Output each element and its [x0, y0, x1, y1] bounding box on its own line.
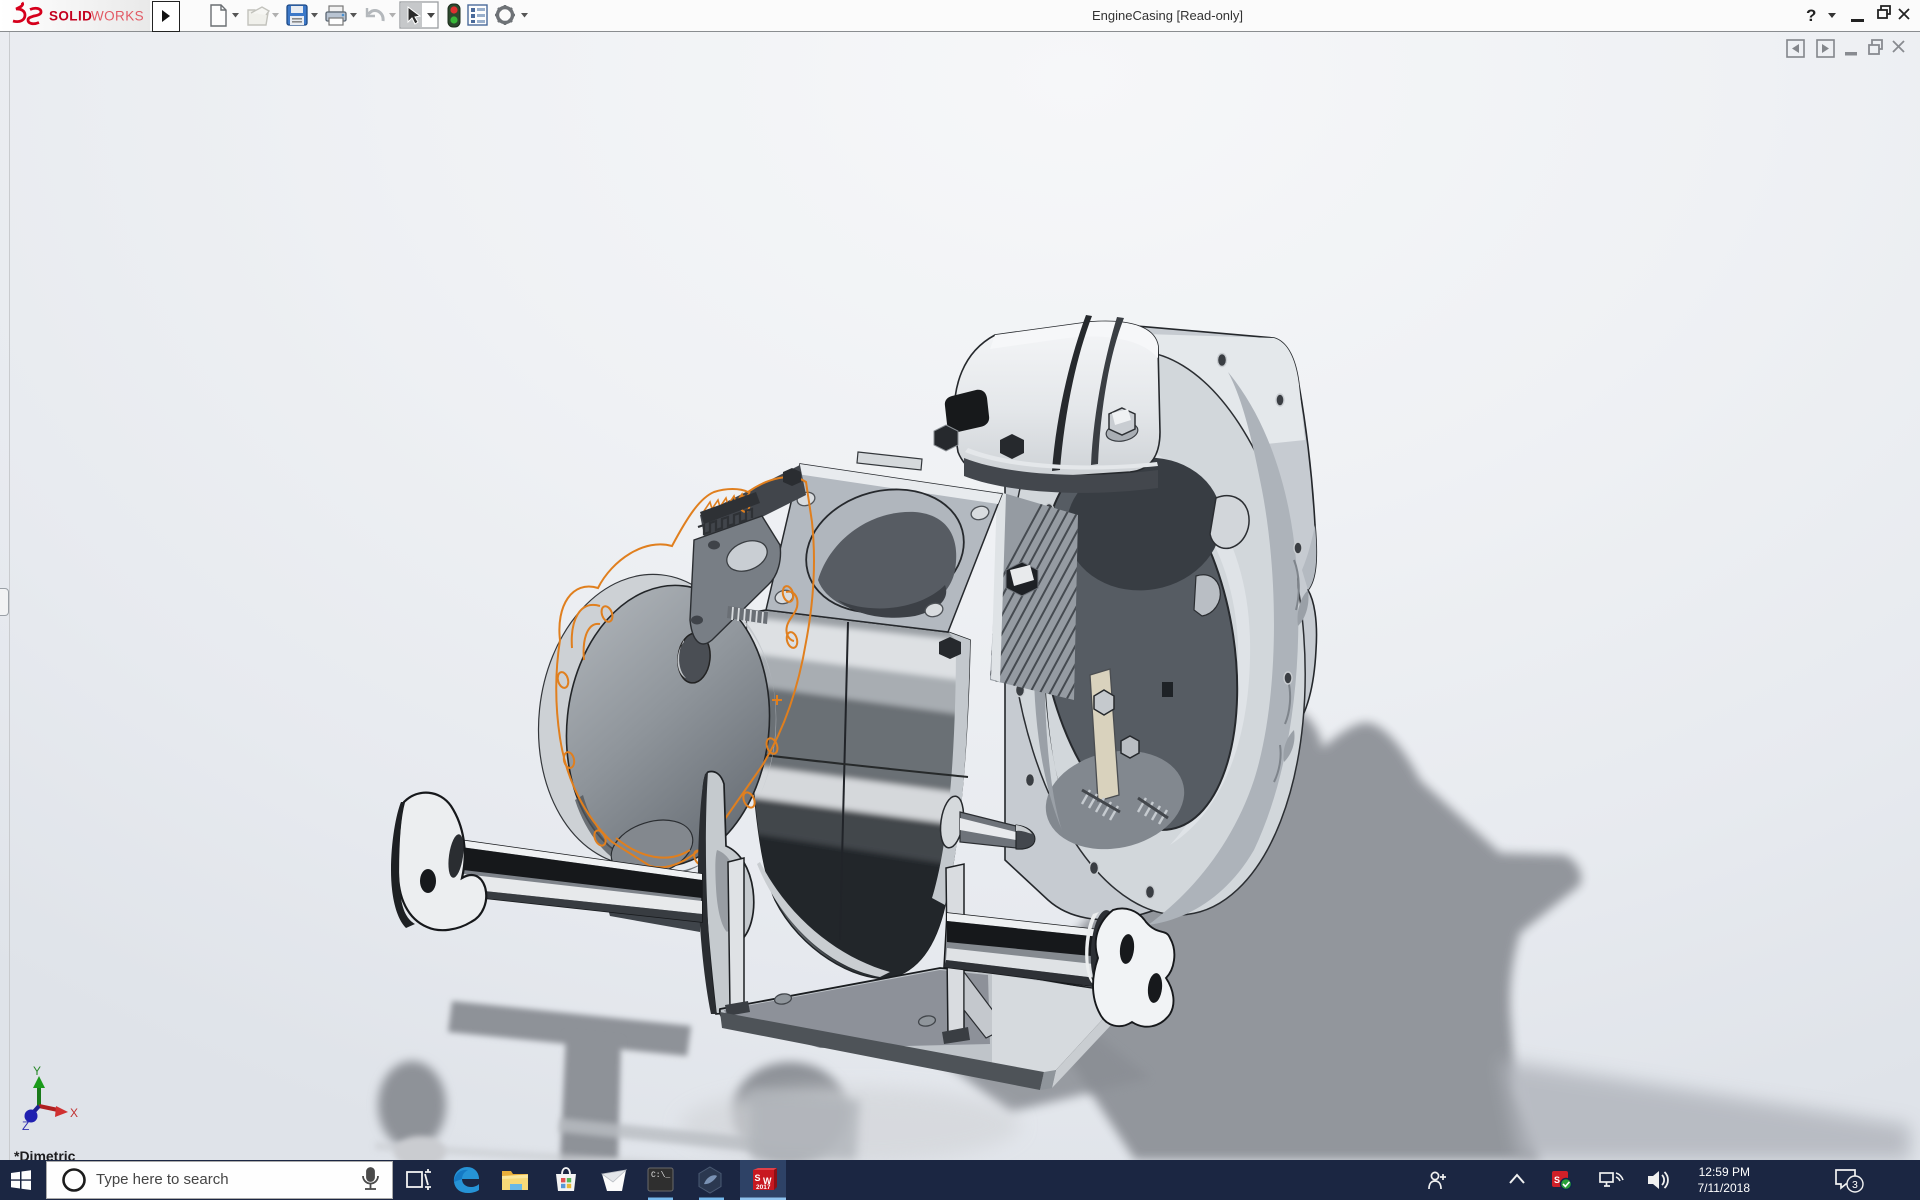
svg-text:3: 3 — [1852, 1179, 1858, 1191]
svg-text:Y: Y — [33, 1064, 41, 1078]
svg-text:S: S — [755, 1173, 761, 1183]
svg-text:C:\_: C:\_ — [651, 1171, 670, 1180]
svg-text:X: X — [70, 1106, 78, 1120]
svg-text:S: S — [1554, 1175, 1560, 1185]
svg-text:2017: 2017 — [756, 1184, 771, 1191]
svg-text:SOLID: SOLID — [49, 9, 92, 24]
svg-text:Z: Z — [22, 1119, 29, 1133]
svg-text:?: ? — [1806, 6, 1816, 25]
svg-text:WORKS: WORKS — [91, 9, 144, 24]
